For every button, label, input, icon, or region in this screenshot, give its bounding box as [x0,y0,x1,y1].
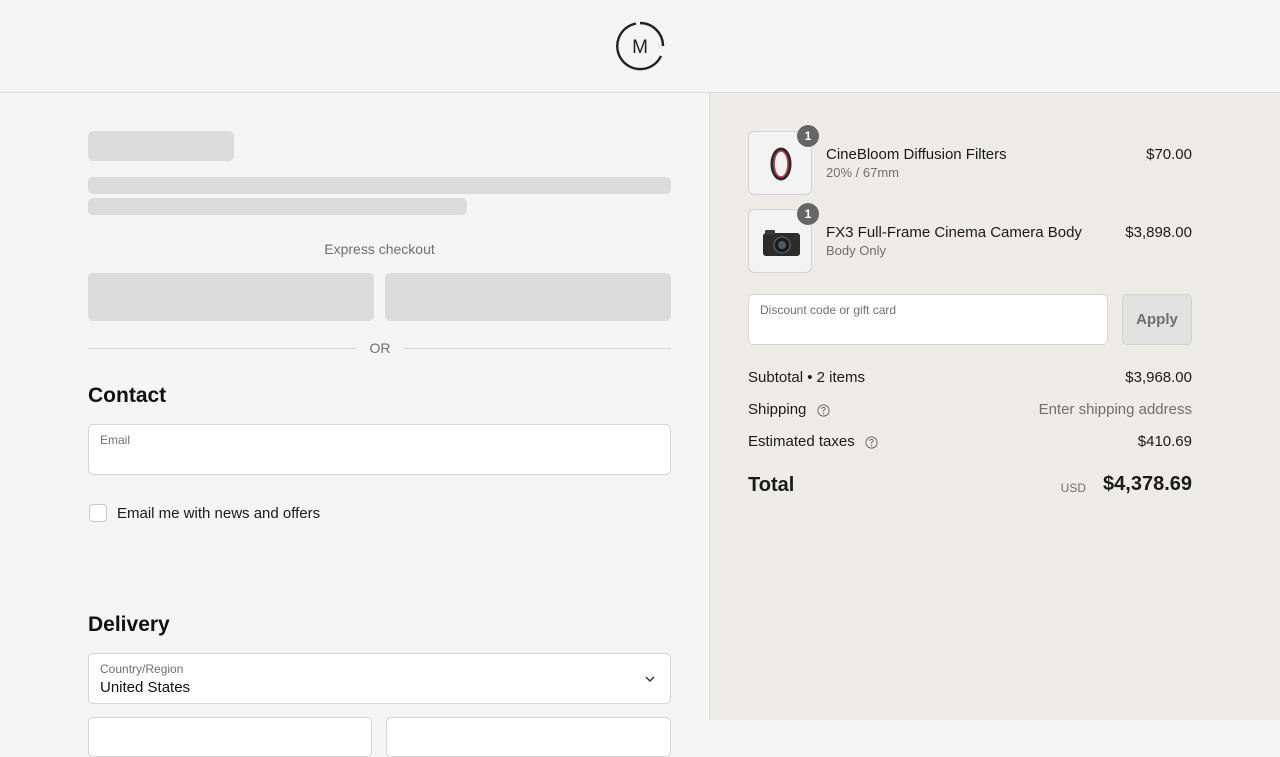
contact-section-title: Contact [88,384,167,407]
last-name-field[interactable] [386,717,671,757]
email-field[interactable]: Email [88,424,671,475]
or-divider-label: OR [369,340,391,356]
first-name-field[interactable] [88,717,372,757]
help-icon[interactable] [816,403,830,417]
product-name: FX3 Full-Frame Cinema Camera Body [826,224,1082,241]
taxes-row: Estimated taxes [748,433,878,450]
loading-skeleton-line [88,198,467,215]
shipping-row: Shipping [748,401,830,418]
express-checkout-button-placeholder[interactable] [385,273,671,321]
page-header: M [0,0,1280,93]
subtotal-value: $3,968.00 [1125,369,1192,386]
product-price: $3,898.00 [1125,224,1192,241]
divider [404,348,671,349]
divider [88,348,356,349]
chevron-down-icon [645,676,655,683]
product-variant: Body Only [826,243,886,258]
express-checkout-button-placeholder[interactable] [88,273,374,321]
shipping-value: Enter shipping address [1038,401,1192,418]
logo-icon: M [616,21,665,71]
taxes-value: $410.69 [1137,433,1192,450]
country-select-value: United States [100,679,191,696]
loading-skeleton-line [88,177,671,194]
discount-code-input[interactable]: Discount code or gift card [748,294,1108,345]
country-select[interactable]: Country/Region United States [88,653,671,704]
product-variant: 20% / 67mm [826,165,899,180]
total-label: Total [748,474,795,496]
subtotal-label: Subtotal • 2 items [748,369,865,386]
discount-code-placeholder: Discount code or gift card [760,303,897,317]
total-currency: USD [1060,481,1086,495]
taxes-label: Estimated taxes [748,433,855,450]
loading-skeleton-title [88,131,234,161]
total-value: $4,378.69 [1103,473,1192,495]
newsletter-checkbox-label[interactable]: Email me with news and offers [117,505,320,522]
email-field-label: Email [100,433,131,447]
newsletter-checkbox[interactable] [89,504,107,522]
product-name: CineBloom Diffusion Filters [826,146,1007,163]
delivery-section-title: Delivery [88,613,170,636]
logo-letter: M [632,37,648,58]
country-select-label: Country/Region [100,662,184,676]
checkout-form-column: Express checkout OR Contact Email Email … [0,93,710,757]
apply-discount-button[interactable]: Apply [1122,294,1192,345]
shipping-label: Shipping [748,401,807,418]
help-icon[interactable] [865,435,878,449]
quantity-badge: 1 [797,125,819,147]
quantity-badge: 1 [797,203,819,225]
store-logo[interactable]: M [615,21,665,71]
express-checkout-label: Express checkout [324,241,435,257]
product-price: $70.00 [1146,146,1192,163]
